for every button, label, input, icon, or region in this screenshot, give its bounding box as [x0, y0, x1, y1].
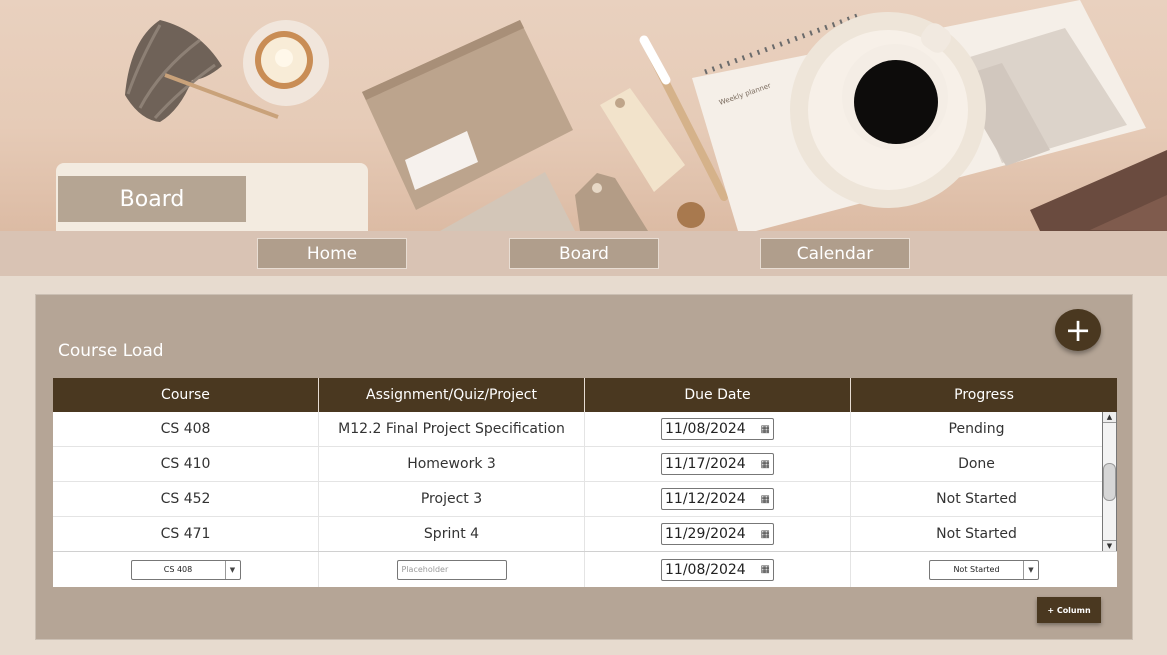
column-header-assignment[interactable]: Assignment/Quiz/Project: [319, 378, 585, 412]
due-date-value: 11/29/2024: [665, 526, 746, 542]
table-row: CS 408 M12.2 Final Project Specification…: [53, 412, 1117, 447]
table-row: CS 471 Sprint 4 11/29/2024 ▦ Not Started: [53, 517, 1117, 551]
due-date-input[interactable]: 11/12/2024 ▦: [661, 488, 774, 510]
calendar-icon[interactable]: ▦: [761, 424, 770, 435]
chevron-down-icon[interactable]: ▼: [224, 560, 240, 579]
new-course-cell: CS 408 ▼: [53, 552, 319, 587]
course-select[interactable]: CS 408 ▼: [130, 559, 241, 580]
course-table: Course Assignment/Quiz/Project Due Date …: [53, 378, 1117, 587]
course-load-card: Course Load + Course Assignment/Quiz/Pro…: [35, 294, 1133, 640]
due-date-cell: 11/12/2024 ▦: [585, 482, 851, 516]
assignment-cell: Sprint 4: [319, 517, 585, 551]
progress-cell: Not Started: [936, 526, 1017, 542]
calendar-icon[interactable]: ▦: [761, 494, 770, 505]
new-due-date-input[interactable]: 11/08/2024 ▦: [661, 558, 774, 581]
progress-cell: Pending: [948, 421, 1005, 437]
table-body[interactable]: CS 408 M12.2 Final Project Specification…: [53, 412, 1117, 551]
plus-icon: +: [1064, 311, 1092, 349]
assignment-cell: Project 3: [319, 482, 585, 516]
triangle-down-icon[interactable]: ▼: [1103, 540, 1116, 551]
assignment-cell: M12.2 Final Project Specification: [319, 412, 585, 446]
nav-home-button[interactable]: Home: [257, 238, 407, 269]
course-cell: CS 452: [53, 482, 319, 516]
new-due-date-cell: 11/08/2024 ▦: [585, 552, 851, 587]
table-row: CS 410 Homework 3 11/17/2024 ▦ Done: [53, 447, 1117, 482]
hero-title: Board: [58, 176, 246, 222]
nav-board-button[interactable]: Board: [509, 238, 659, 269]
chevron-down-icon[interactable]: ▼: [1023, 560, 1038, 579]
due-date-cell: 11/08/2024 ▦: [585, 412, 851, 446]
nav-bar: Home Board Calendar: [0, 231, 1167, 276]
course-cell: CS 471: [53, 517, 319, 551]
due-date-input[interactable]: 11/29/2024 ▦: [661, 523, 774, 545]
add-column-button[interactable]: + Column: [1037, 597, 1101, 623]
calendar-icon[interactable]: ▦: [761, 564, 770, 575]
due-date-cell: 11/29/2024 ▦: [585, 517, 851, 551]
assignment-input[interactable]: Placeholder: [396, 559, 507, 580]
calendar-icon[interactable]: ▦: [761, 529, 770, 540]
new-due-date-value: 11/08/2024: [665, 561, 746, 578]
add-row-button[interactable]: +: [1055, 309, 1101, 351]
triangle-up-icon[interactable]: ▲: [1103, 412, 1116, 423]
column-header-progress[interactable]: Progress: [851, 378, 1117, 412]
scrollbar-thumb[interactable]: [1103, 463, 1116, 501]
column-header-course[interactable]: Course: [53, 378, 319, 412]
course-select-value: CS 408: [163, 565, 193, 574]
due-date-cell: 11/17/2024 ▦: [585, 447, 851, 481]
assignment-cell: Homework 3: [319, 447, 585, 481]
new-progress-cell: Not Started ▼: [851, 552, 1117, 587]
new-entry-row: CS 408 ▼ Placeholder 11/08/2024 ▦ Not Sta…: [53, 551, 1117, 587]
due-date-value: 11/08/2024: [665, 421, 746, 437]
due-date-value: 11/17/2024: [665, 456, 746, 472]
nav-calendar-button[interactable]: Calendar: [760, 238, 910, 269]
due-date-input[interactable]: 11/08/2024 ▦: [661, 418, 774, 440]
table-row: CS 452 Project 3 11/12/2024 ▦ Not Started: [53, 482, 1117, 517]
hero-banner: Weekly planner Board: [0, 0, 1167, 231]
course-cell: CS 410: [53, 447, 319, 481]
new-assignment-cell: Placeholder: [319, 552, 585, 587]
progress-select[interactable]: Not Started ▼: [929, 559, 1039, 580]
progress-select-value: Not Started: [953, 565, 1000, 574]
section-title: Course Load: [58, 341, 164, 361]
calendar-icon[interactable]: ▦: [761, 459, 770, 470]
table-scrollbar[interactable]: ▲ ▼: [1102, 412, 1117, 551]
progress-cell: Not Started: [936, 491, 1017, 507]
course-cell: CS 408: [53, 412, 319, 446]
table-header: Course Assignment/Quiz/Project Due Date …: [53, 378, 1117, 412]
column-header-due-date[interactable]: Due Date: [585, 378, 851, 412]
due-date-value: 11/12/2024: [665, 491, 746, 507]
due-date-input[interactable]: 11/17/2024 ▦: [661, 453, 774, 475]
progress-cell: Done: [958, 456, 995, 472]
